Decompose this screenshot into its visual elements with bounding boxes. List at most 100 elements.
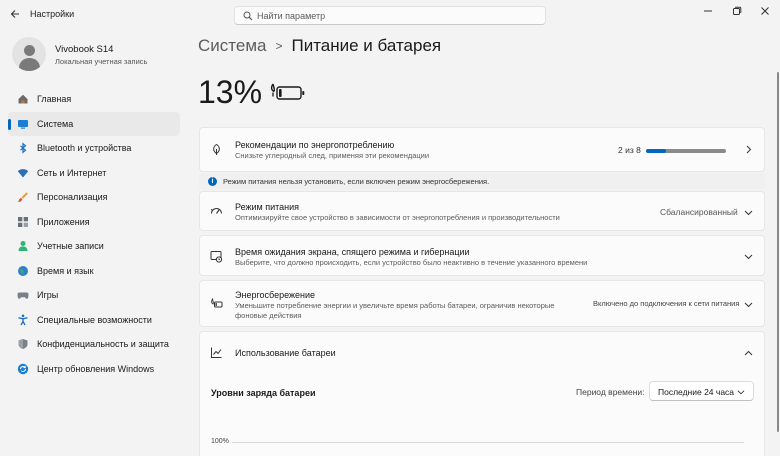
sidebar-item-accounts[interactable]: Учетные записи bbox=[8, 234, 180, 259]
globe-icon bbox=[16, 264, 29, 277]
sidebar-item-label: Учетные записи bbox=[37, 241, 104, 252]
chevron-down-icon[interactable] bbox=[744, 208, 753, 217]
battery-usage-panel: Уровни заряда батареи Период времени: По… bbox=[199, 373, 765, 456]
screen-sleep-card[interactable]: Время ожидания экрана, спящего режима и … bbox=[199, 235, 765, 276]
energy-saver-icon bbox=[211, 298, 223, 308]
chevron-right-icon bbox=[746, 145, 752, 154]
wifi-icon bbox=[16, 166, 29, 179]
power-mode-card: Режим питания Оптимизируйте свое устройс… bbox=[199, 191, 765, 231]
avatar bbox=[12, 37, 46, 71]
sidebar-nav: Главная Система Bluetooth и устройства С… bbox=[8, 87, 180, 381]
power-mode-title: Режим питания bbox=[235, 202, 300, 212]
sidebar-item-privacy[interactable]: Конфиденциальность и защита bbox=[8, 332, 180, 357]
title-bar: Настройки bbox=[0, 0, 780, 30]
leaf-icon bbox=[213, 143, 220, 155]
sidebar-item-label: Игры bbox=[37, 290, 59, 301]
info-icon: i bbox=[208, 177, 217, 186]
sidebar-item-label: Система bbox=[37, 118, 74, 129]
bluetooth-icon bbox=[16, 142, 29, 155]
recommendations-title: Рекомендации по энергопотреблению bbox=[235, 140, 395, 150]
restore-icon bbox=[733, 6, 742, 15]
chevron-down-icon bbox=[744, 302, 753, 308]
profile-name: Vivobook S14 bbox=[55, 44, 114, 55]
period-value: Последние 24 часа bbox=[658, 387, 735, 397]
sidebar-item-label: Сеть и Интернет bbox=[37, 167, 107, 178]
chevron-down-icon bbox=[744, 254, 753, 260]
home-icon bbox=[16, 93, 29, 106]
sidebar-item-personalization[interactable]: Персонализация bbox=[8, 185, 180, 210]
power-mode-subtitle: Оптимизируйте свое устройство в зависимо… bbox=[235, 213, 560, 222]
sidebar-item-apps[interactable]: Приложения bbox=[8, 210, 180, 235]
period-dropdown[interactable]: Последние 24 часа bbox=[649, 381, 754, 401]
close-button[interactable] bbox=[750, 0, 780, 22]
battery-percentage: 13% bbox=[198, 74, 263, 110]
sidebar-item-label: Специальные возможности bbox=[37, 314, 152, 325]
search-input[interactable] bbox=[257, 8, 537, 23]
energy-saver-subtitle: Уменьшите потребление энергии и увеличьт… bbox=[235, 301, 555, 320]
chevron-down-icon bbox=[737, 390, 745, 395]
shield-icon bbox=[16, 338, 29, 351]
sidebar-item-network[interactable]: Сеть и Интернет bbox=[8, 161, 180, 186]
accounts-icon bbox=[16, 240, 29, 253]
brush-icon bbox=[16, 191, 29, 204]
sidebar-item-label: Персонализация bbox=[37, 192, 108, 203]
sidebar-item-label: Приложения bbox=[37, 216, 90, 227]
recommendations-subtitle: Снизьте углеродный след, применяя эти ре… bbox=[235, 151, 430, 160]
sidebar-item-system[interactable]: Система bbox=[8, 111, 180, 136]
screen-sleep-title: Время ожидания экрана, спящего режима и … bbox=[235, 247, 470, 257]
chart-line-icon bbox=[211, 347, 222, 358]
recommendations-card[interactable]: Рекомендации по энергопотреблению Снизьт… bbox=[199, 127, 765, 172]
sidebar-item-home[interactable]: Главная bbox=[8, 87, 180, 112]
update-icon bbox=[16, 362, 29, 375]
sidebar-item-windows-update[interactable]: Центр обновления Windows bbox=[8, 357, 180, 382]
breadcrumb-separator: > bbox=[275, 39, 283, 53]
page-title: Питание и батарея bbox=[291, 36, 442, 55]
scrollbar[interactable] bbox=[777, 72, 779, 432]
breadcrumb: Система > Питание и батарея bbox=[198, 36, 441, 56]
battery-saver-icon bbox=[270, 83, 305, 100]
info-text: Режим питания нельзя установить, если вк… bbox=[223, 177, 490, 186]
chart-axis-label: 100% bbox=[211, 438, 229, 445]
app-title: Настройки bbox=[30, 9, 75, 19]
battery-usage-title: Использование батареи bbox=[235, 348, 336, 358]
sidebar-item-label: Время и язык bbox=[37, 265, 94, 276]
search-icon bbox=[243, 11, 253, 21]
sidebar-item-label: Bluetooth и устройства bbox=[37, 143, 132, 154]
sidebar-item-accessibility[interactable]: Специальные возможности bbox=[8, 308, 180, 333]
gamepad-icon bbox=[16, 289, 29, 302]
back-button[interactable] bbox=[8, 8, 22, 22]
screen-sleep-subtitle: Выберите, что должно происходить, если у… bbox=[235, 258, 588, 267]
sidebar-item-time-language[interactable]: Время и язык bbox=[8, 259, 180, 284]
info-bar: i Режим питания нельзя установить, если … bbox=[199, 173, 765, 190]
energy-saver-title: Энергосбережение bbox=[235, 290, 316, 300]
maximize-button[interactable] bbox=[722, 0, 752, 22]
battery-levels-title: Уровни заряда батареи bbox=[211, 388, 316, 398]
recommendations-progress bbox=[646, 149, 726, 153]
search-box[interactable] bbox=[234, 6, 546, 25]
power-mode-select[interactable]: Сбалансированный bbox=[660, 207, 738, 217]
sidebar-item-label: Конфиденциальность и защита bbox=[37, 339, 169, 350]
period-label: Период времени: bbox=[576, 387, 645, 397]
battery-usage-header[interactable]: Использование батареи bbox=[199, 331, 765, 374]
recommendations-count: 2 из 8 bbox=[618, 145, 641, 155]
accessibility-icon bbox=[16, 313, 29, 326]
minimize-button[interactable] bbox=[693, 0, 723, 22]
close-icon bbox=[761, 7, 769, 15]
profile-account-type: Локальная учетная запись bbox=[55, 57, 148, 66]
sidebar-item-gaming[interactable]: Игры bbox=[8, 283, 180, 308]
energy-saver-status: Включено до подключения к сети питания bbox=[593, 299, 740, 308]
recommendations-progress-fill bbox=[646, 149, 666, 153]
screen-sleep-icon bbox=[210, 251, 223, 263]
chart-grid-line bbox=[232, 442, 744, 443]
power-mode-icon bbox=[210, 208, 222, 214]
breadcrumb-parent[interactable]: Система bbox=[198, 36, 266, 56]
apps-icon bbox=[16, 215, 29, 228]
chevron-up-icon bbox=[744, 350, 753, 356]
sidebar-item-label: Главная bbox=[37, 94, 72, 105]
sidebar-item-label: Центр обновления Windows bbox=[37, 363, 155, 374]
minimize-icon bbox=[704, 10, 712, 12]
system-icon bbox=[16, 117, 29, 130]
sidebar-item-bluetooth[interactable]: Bluetooth и устройства bbox=[8, 136, 180, 161]
energy-saver-card[interactable]: Энергосбережение Уменьшите потребление э… bbox=[199, 280, 765, 327]
back-arrow-icon bbox=[10, 10, 19, 18]
